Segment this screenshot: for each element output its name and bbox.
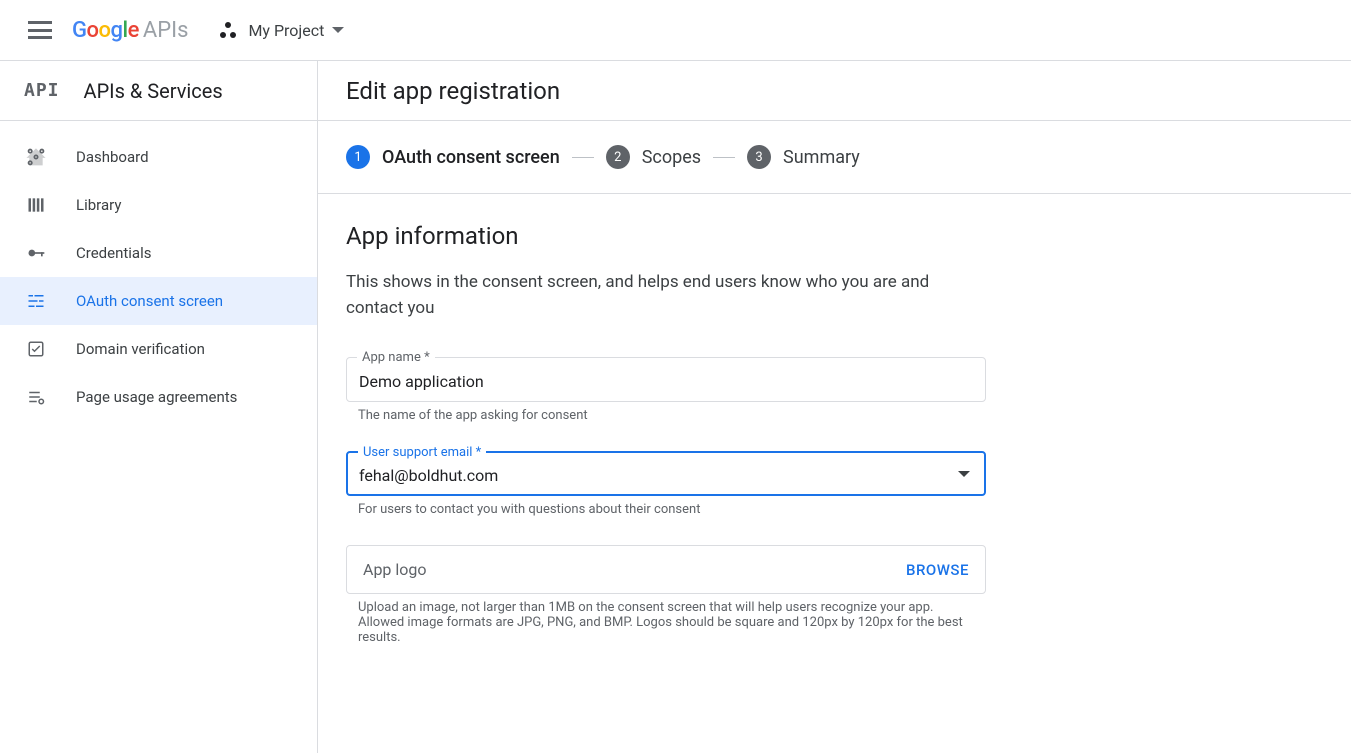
support-email-select[interactable]: User support email * fehal@boldhut.com — [346, 451, 986, 496]
step-label: OAuth consent screen — [382, 147, 560, 168]
app-name-value: Demo application — [359, 372, 973, 391]
app-logo-hint: Upload an image, not larger than 1MB on … — [358, 600, 978, 645]
library-icon — [24, 193, 48, 217]
support-email-value: fehal@boldhut.com — [359, 466, 973, 485]
app-name-input[interactable]: App name * Demo application — [346, 357, 986, 402]
sidebar-item-label: Credentials — [76, 244, 151, 262]
main-content: Edit app registration 1 OAuth consent sc… — [318, 61, 1351, 753]
sidebar-header: API APIs & Services — [0, 61, 317, 121]
section-title: App information — [346, 222, 1290, 250]
sidebar-item-oauth-consent[interactable]: OAuth consent screen — [0, 277, 317, 325]
step-oauth-consent[interactable]: 1 OAuth consent screen — [346, 145, 560, 169]
step-separator — [713, 157, 735, 158]
app-logo-field[interactable]: App logo BROWSE — [346, 545, 986, 594]
sidebar-item-label: OAuth consent screen — [76, 292, 223, 310]
project-name-label: My Project — [248, 21, 324, 40]
top-bar: Google APIs My Project — [0, 0, 1351, 61]
sidebar-item-label: Dashboard — [76, 148, 149, 166]
nav-list: Dashboard Library Credentials OAuth cons… — [0, 121, 317, 421]
section-description: This shows in the consent screen, and he… — [346, 270, 986, 321]
sidebar-item-domain-verification[interactable]: Domain verification — [0, 325, 317, 373]
step-label: Scopes — [642, 147, 701, 168]
stepper: 1 OAuth consent screen 2 Scopes 3 Summar… — [318, 121, 1351, 194]
consent-icon — [24, 289, 48, 313]
sidebar-item-label: Page usage agreements — [76, 388, 237, 406]
step-separator — [572, 157, 594, 158]
sidebar: API APIs & Services Dashboard Library — [0, 61, 318, 753]
app-name-label: App name * — [357, 350, 435, 365]
verified-icon — [24, 337, 48, 361]
step-label: Summary — [783, 147, 860, 168]
support-email-label: User support email * — [358, 445, 486, 460]
sidebar-item-credentials[interactable]: Credentials — [0, 229, 317, 277]
app-name-hint: The name of the app asking for consent — [358, 408, 978, 423]
step-number: 2 — [606, 145, 630, 169]
sidebar-item-dashboard[interactable]: Dashboard — [0, 133, 317, 181]
app-logo-placeholder: App logo — [363, 560, 427, 579]
sidebar-item-label: Domain verification — [76, 340, 205, 358]
step-summary[interactable]: 3 Summary — [747, 145, 860, 169]
sidebar-item-label: Library — [76, 196, 121, 214]
apis-suffix: APIs — [143, 18, 189, 43]
step-scopes[interactable]: 2 Scopes — [606, 145, 701, 169]
google-apis-logo[interactable]: Google APIs — [72, 18, 188, 43]
step-number: 3 — [747, 145, 771, 169]
project-icon — [220, 22, 236, 38]
dropdown-arrow-icon — [332, 27, 344, 33]
project-selector[interactable]: My Project — [212, 17, 352, 44]
browse-button[interactable]: BROWSE — [906, 561, 969, 579]
api-badge: API — [24, 80, 84, 101]
sidebar-item-page-usage[interactable]: Page usage agreements — [0, 373, 317, 421]
sidebar-title: APIs & Services — [84, 79, 223, 103]
sidebar-item-library[interactable]: Library — [0, 181, 317, 229]
hamburger-icon — [28, 21, 52, 39]
main-menu-button[interactable] — [16, 6, 64, 54]
step-number: 1 — [346, 145, 370, 169]
support-email-hint: For users to contact you with questions … — [358, 502, 978, 517]
key-icon — [24, 241, 48, 265]
page-title: Edit app registration — [318, 61, 1351, 121]
dashboard-icon — [24, 145, 48, 169]
google-logo-text: Google — [72, 18, 139, 43]
dropdown-arrow-icon — [958, 471, 970, 477]
settings-list-icon — [24, 385, 48, 409]
